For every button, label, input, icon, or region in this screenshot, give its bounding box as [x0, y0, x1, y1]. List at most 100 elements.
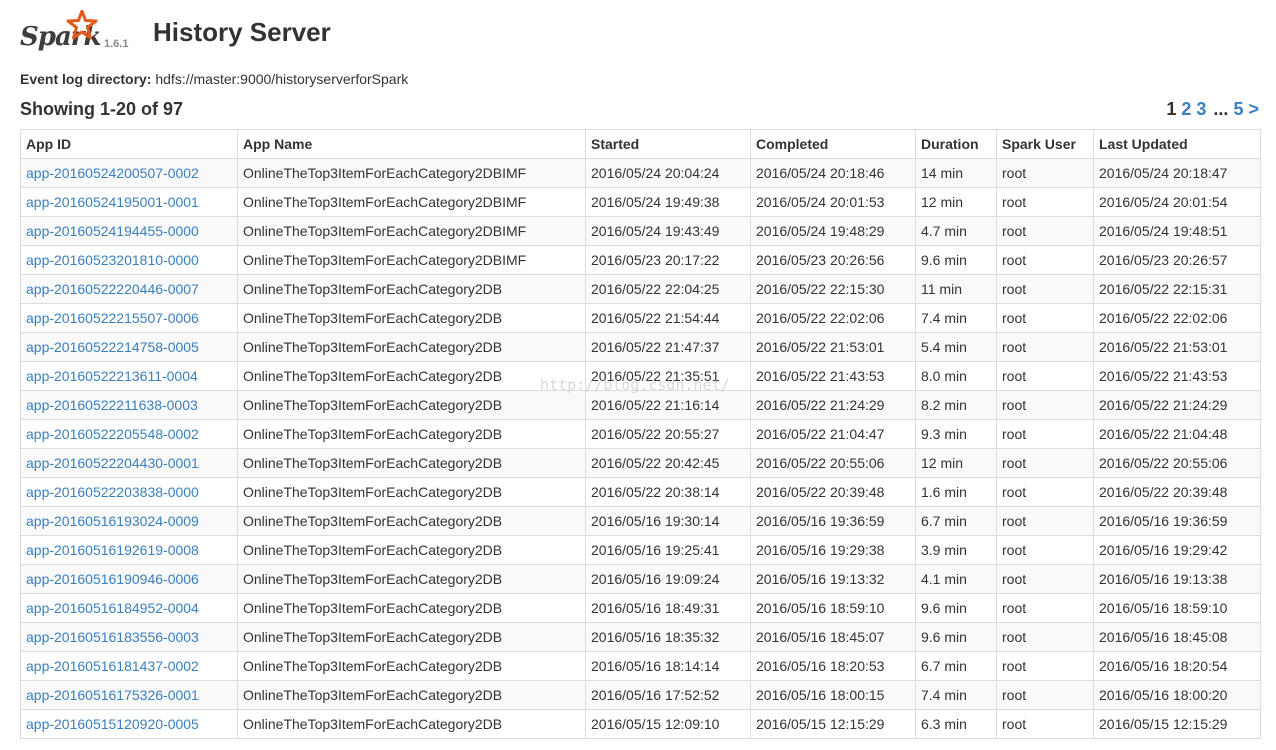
cell-app-id-link: app-20160522215507-0006 — [20, 303, 238, 333]
cell-last-updated: 2016/05/22 22:02:06 — [1093, 303, 1261, 333]
cell-last-updated: 2016/05/16 19:29:42 — [1093, 535, 1261, 565]
cell-started-time: 2016/05/22 21:35:51 — [585, 361, 751, 391]
cell-spark-user: root — [996, 564, 1094, 594]
app-id-link[interactable]: app-20160516190946-0006 — [26, 571, 199, 587]
cell-last-updated: 2016/05/22 22:15:31 — [1093, 274, 1261, 304]
cell-started-time: 2016/05/22 21:47:37 — [585, 332, 751, 362]
cell-started-time: 2016/05/22 20:55:27 — [585, 419, 751, 449]
cell-app-id-link: app-20160522204430-0001 — [20, 448, 238, 478]
pager-page-2[interactable]: 2 — [1181, 99, 1191, 119]
app-id-link[interactable]: app-20160516193024-0009 — [26, 513, 199, 529]
cell-app-name: OnlineTheTop3ItemForEachCategory2DB — [237, 593, 586, 623]
cell-duration: 12 min — [915, 448, 997, 478]
cell-started-time: 2016/05/16 18:49:31 — [585, 593, 751, 623]
cell-spark-user: root — [996, 274, 1094, 304]
cell-app-id-link: app-20160515120920-0005 — [20, 709, 238, 739]
cell-spark-user: root — [996, 709, 1094, 739]
app-id-link[interactable]: app-20160522203838-0000 — [26, 484, 199, 500]
cell-app-name: OnlineTheTop3ItemForEachCategory2DB — [237, 332, 586, 362]
pager-last-page[interactable]: 5 — [1233, 99, 1243, 119]
cell-app-name: OnlineTheTop3ItemForEachCategory2DB — [237, 361, 586, 391]
spark-logo[interactable]: Spark — [20, 10, 102, 56]
spark-version: 1.6.1 — [104, 38, 129, 50]
cell-started-time: 2016/05/24 20:04:24 — [585, 158, 751, 188]
column-header-started[interactable]: Started — [585, 129, 751, 159]
app-id-link[interactable]: app-20160516183556-0003 — [26, 629, 199, 645]
column-header-app-id[interactable]: App ID — [20, 129, 238, 159]
cell-spark-user: root — [996, 535, 1094, 565]
column-header-completed[interactable]: Completed — [750, 129, 916, 159]
app-id-link[interactable]: app-20160522215507-0006 — [26, 310, 199, 326]
app-id-link[interactable]: app-20160522214758-0005 — [26, 339, 199, 355]
app-id-link[interactable]: app-20160524200507-0002 — [26, 165, 199, 181]
pager-page-3[interactable]: 3 — [1196, 99, 1206, 119]
cell-completed-time: 2016/05/24 20:18:46 — [750, 158, 916, 188]
cell-started-time: 2016/05/16 19:25:41 — [585, 535, 751, 565]
app-id-link[interactable]: app-20160515120920-0005 — [26, 716, 199, 732]
cell-last-updated: 2016/05/16 18:45:08 — [1093, 622, 1261, 652]
cell-completed-time: 2016/05/16 19:36:59 — [750, 506, 916, 536]
cell-duration: 11 min — [915, 274, 997, 304]
app-id-link[interactable]: app-20160522204430-0001 — [26, 455, 199, 471]
cell-completed-time: 2016/05/16 18:20:53 — [750, 651, 916, 681]
cell-completed-time: 2016/05/16 18:00:15 — [750, 680, 916, 710]
cell-spark-user: root — [996, 158, 1094, 188]
app-id-link[interactable]: app-20160516184952-0004 — [26, 600, 199, 616]
cell-duration: 9.6 min — [915, 593, 997, 623]
table-row: app-20160524195001-0001 OnlineTheTop3Item… — [20, 187, 1261, 217]
cell-app-id-link: app-20160524194455-0000 — [20, 216, 238, 246]
table-row: app-20160516190946-0006 OnlineTheTop3Item… — [20, 564, 1261, 594]
app-id-link[interactable]: app-20160522211638-0003 — [26, 397, 198, 413]
table-row: app-20160524200507-0002 OnlineTheTop3Item… — [20, 158, 1261, 188]
cell-app-name: OnlineTheTop3ItemForEachCategory2DBIMF — [237, 158, 586, 188]
column-header-duration[interactable]: Duration — [915, 129, 997, 159]
cell-spark-user: root — [996, 622, 1094, 652]
cell-completed-time: 2016/05/22 22:02:06 — [750, 303, 916, 333]
cell-app-id-link: app-20160516192619-0008 — [20, 535, 238, 565]
cell-app-id-link: app-20160522213611-0004 — [20, 361, 238, 391]
cell-last-updated: 2016/05/15 12:15:29 — [1093, 709, 1261, 739]
app-id-link[interactable]: app-20160523201810-0000 — [26, 252, 199, 268]
column-header-spark-user[interactable]: Spark User — [996, 129, 1094, 159]
cell-completed-time: 2016/05/22 20:39:48 — [750, 477, 916, 507]
app-id-link[interactable]: app-20160522213611-0004 — [26, 368, 198, 384]
cell-app-id-link: app-20160516181437-0002 — [20, 651, 238, 681]
cell-started-time: 2016/05/22 22:04:25 — [585, 274, 751, 304]
app-id-link[interactable]: app-20160524194455-0000 — [26, 223, 199, 239]
app-id-link[interactable]: app-20160516192619-0008 — [26, 542, 199, 558]
cell-last-updated: 2016/05/22 20:55:06 — [1093, 448, 1261, 478]
table-row: app-20160522220446-0007 OnlineTheTop3Item… — [20, 274, 1261, 304]
app-id-link[interactable]: app-20160516181437-0002 — [26, 658, 199, 674]
app-id-link[interactable]: app-20160522220446-0007 — [26, 281, 199, 297]
table-row: app-20160523201810-0000 OnlineTheTop3Item… — [20, 245, 1261, 275]
cell-last-updated: 2016/05/16 19:36:59 — [1093, 506, 1261, 536]
cell-completed-time: 2016/05/22 20:55:06 — [750, 448, 916, 478]
cell-app-name: OnlineTheTop3ItemForEachCategory2DB — [237, 535, 586, 565]
app-id-link[interactable]: app-20160516175326-0001 — [26, 687, 199, 703]
cell-spark-user: root — [996, 245, 1094, 275]
table-row: app-20160522213611-0004 OnlineTheTop3Item… — [20, 361, 1261, 391]
cell-completed-time: 2016/05/16 19:13:32 — [750, 564, 916, 594]
cell-duration: 6.3 min — [915, 709, 997, 739]
cell-duration: 9.6 min — [915, 245, 997, 275]
cell-app-id-link: app-20160522211638-0003 — [20, 390, 238, 420]
cell-duration: 9.6 min — [915, 622, 997, 652]
column-header-app-name[interactable]: App Name — [237, 129, 586, 159]
cell-spark-user: root — [996, 361, 1094, 391]
table-row: app-20160516192619-0008 OnlineTheTop3Item… — [20, 535, 1261, 565]
cell-started-time: 2016/05/16 18:14:14 — [585, 651, 751, 681]
pager-next[interactable]: > — [1248, 99, 1259, 119]
column-header-last-updated[interactable]: Last Updated — [1093, 129, 1261, 159]
cell-started-time: 2016/05/15 12:09:10 — [585, 709, 751, 739]
cell-completed-time: 2016/05/22 22:15:30 — [750, 274, 916, 304]
cell-spark-user: root — [996, 332, 1094, 362]
app-id-link[interactable]: app-20160522205548-0002 — [26, 426, 199, 442]
cell-app-name: OnlineTheTop3ItemForEachCategory2DB — [237, 622, 586, 652]
cell-completed-time: 2016/05/23 20:26:56 — [750, 245, 916, 275]
table-row: app-20160524194455-0000 OnlineTheTop3Item… — [20, 216, 1261, 246]
cell-completed-time: 2016/05/22 21:24:29 — [750, 390, 916, 420]
cell-app-name: OnlineTheTop3ItemForEachCategory2DBIMF — [237, 216, 586, 246]
showing-count: Showing 1-20 of 97 — [20, 99, 184, 119]
app-id-link[interactable]: app-20160524195001-0001 — [26, 194, 199, 210]
cell-completed-time: 2016/05/22 21:04:47 — [750, 419, 916, 449]
